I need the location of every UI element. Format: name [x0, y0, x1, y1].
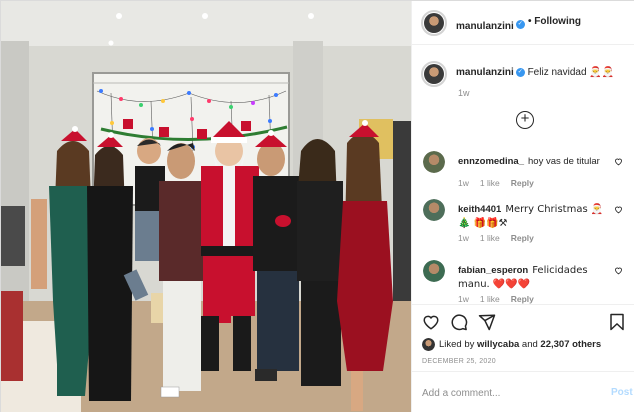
comment-meta: 1w 1 like Reply [458, 233, 545, 243]
comment-icon[interactable] [450, 313, 468, 331]
commenter-avatar[interactable] [423, 151, 445, 173]
heart-icon[interactable] [422, 313, 440, 331]
reply-button[interactable]: Reply [511, 294, 534, 304]
comment-username[interactable]: ennzomedina_ [458, 156, 524, 167]
comment-likes[interactable]: 1 like [480, 178, 500, 188]
caption-text-row: manulanzini ✓ Feliz navidad 🎅🎅 [456, 67, 626, 78]
author-username[interactable]: manulanzini [456, 21, 514, 32]
comment-time[interactable]: 1w [458, 178, 469, 188]
liker-username[interactable]: willycaba [477, 339, 519, 350]
comment-text-row: fabian_esperon Felicidades manu. ❤️❤️❤️ [458, 264, 618, 292]
caption-username[interactable]: manulanzini [456, 67, 514, 78]
instagram-post: manulanzini ✓ • Following manulanzini ✓ Fe… [0, 0, 634, 412]
liker-avatar[interactable] [422, 338, 435, 351]
verified-icon: ✓ [515, 67, 525, 77]
post-date[interactable]: DECEMBER 25, 2020 [422, 358, 496, 365]
comment-likes[interactable]: 1 like [480, 294, 500, 304]
share-icon[interactable] [478, 313, 496, 331]
christmas-group-photo [1, 1, 411, 412]
comment-username[interactable]: keith4401 [458, 204, 501, 215]
following-button[interactable]: Following [534, 16, 581, 27]
comment-text: hoy vas de titular [528, 156, 600, 167]
comment-time[interactable]: 1w [458, 294, 469, 304]
heart-icon[interactable] [614, 266, 623, 275]
post-header: manulanzini ✓ • Following [412, 1, 634, 45]
separator-dot: • [528, 16, 532, 27]
comment-text-row: keith4401 Merry Christmas 🎅 🎄 🎁🎁⚒ [458, 203, 618, 231]
heart-icon[interactable] [614, 205, 623, 214]
reply-button[interactable]: Reply [511, 178, 534, 188]
caption-time[interactable]: 1w [458, 88, 470, 98]
likes-summary: Liked by willycaba and 22,307 others [422, 338, 601, 351]
caption-text: Feliz navidad 🎅🎅 [527, 67, 615, 78]
bookmark-icon[interactable] [608, 313, 626, 331]
post-comment-button[interactable]: Post [611, 387, 633, 398]
comment-text-row: ennzomedina_ hoy vas de titular [458, 155, 618, 169]
follow-status: • Following [528, 16, 581, 27]
heart-icon[interactable] [614, 157, 623, 166]
comment-username[interactable]: fabian_esperon [458, 265, 528, 276]
comment-input[interactable] [422, 384, 582, 402]
comment-likes[interactable]: 1 like [480, 233, 500, 243]
add-circle-icon[interactable]: + [516, 111, 534, 129]
likes-others[interactable]: 22,307 others [540, 339, 601, 350]
author-avatar[interactable] [421, 10, 447, 36]
commenter-avatar[interactable] [423, 199, 445, 221]
post-photo[interactable] [1, 1, 411, 412]
comment-time[interactable]: 1w [458, 233, 469, 243]
author-name-row: manulanzini ✓ [456, 16, 525, 34]
post-sidebar: manulanzini ✓ • Following manulanzini ✓ Fe… [411, 1, 634, 412]
comment-meta: 1w 1 like Reply [458, 294, 545, 304]
likes-and: and [521, 339, 538, 351]
comment-item: keith4401 Merry Christmas 🎅 🎄 🎁🎁⚒ 1w 1 lik… [412, 199, 634, 259]
likes-prefix: Liked by [439, 339, 475, 351]
post-actions: Liked by willycaba and 22,307 others DEC… [412, 304, 634, 412]
verified-icon: ✓ [515, 20, 525, 30]
add-comment-bar: Post [412, 371, 634, 412]
comment-meta: 1w 1 like Reply [458, 178, 545, 188]
caption-avatar[interactable] [421, 61, 447, 87]
commenter-avatar[interactable] [423, 260, 445, 282]
reply-button[interactable]: Reply [511, 233, 534, 243]
